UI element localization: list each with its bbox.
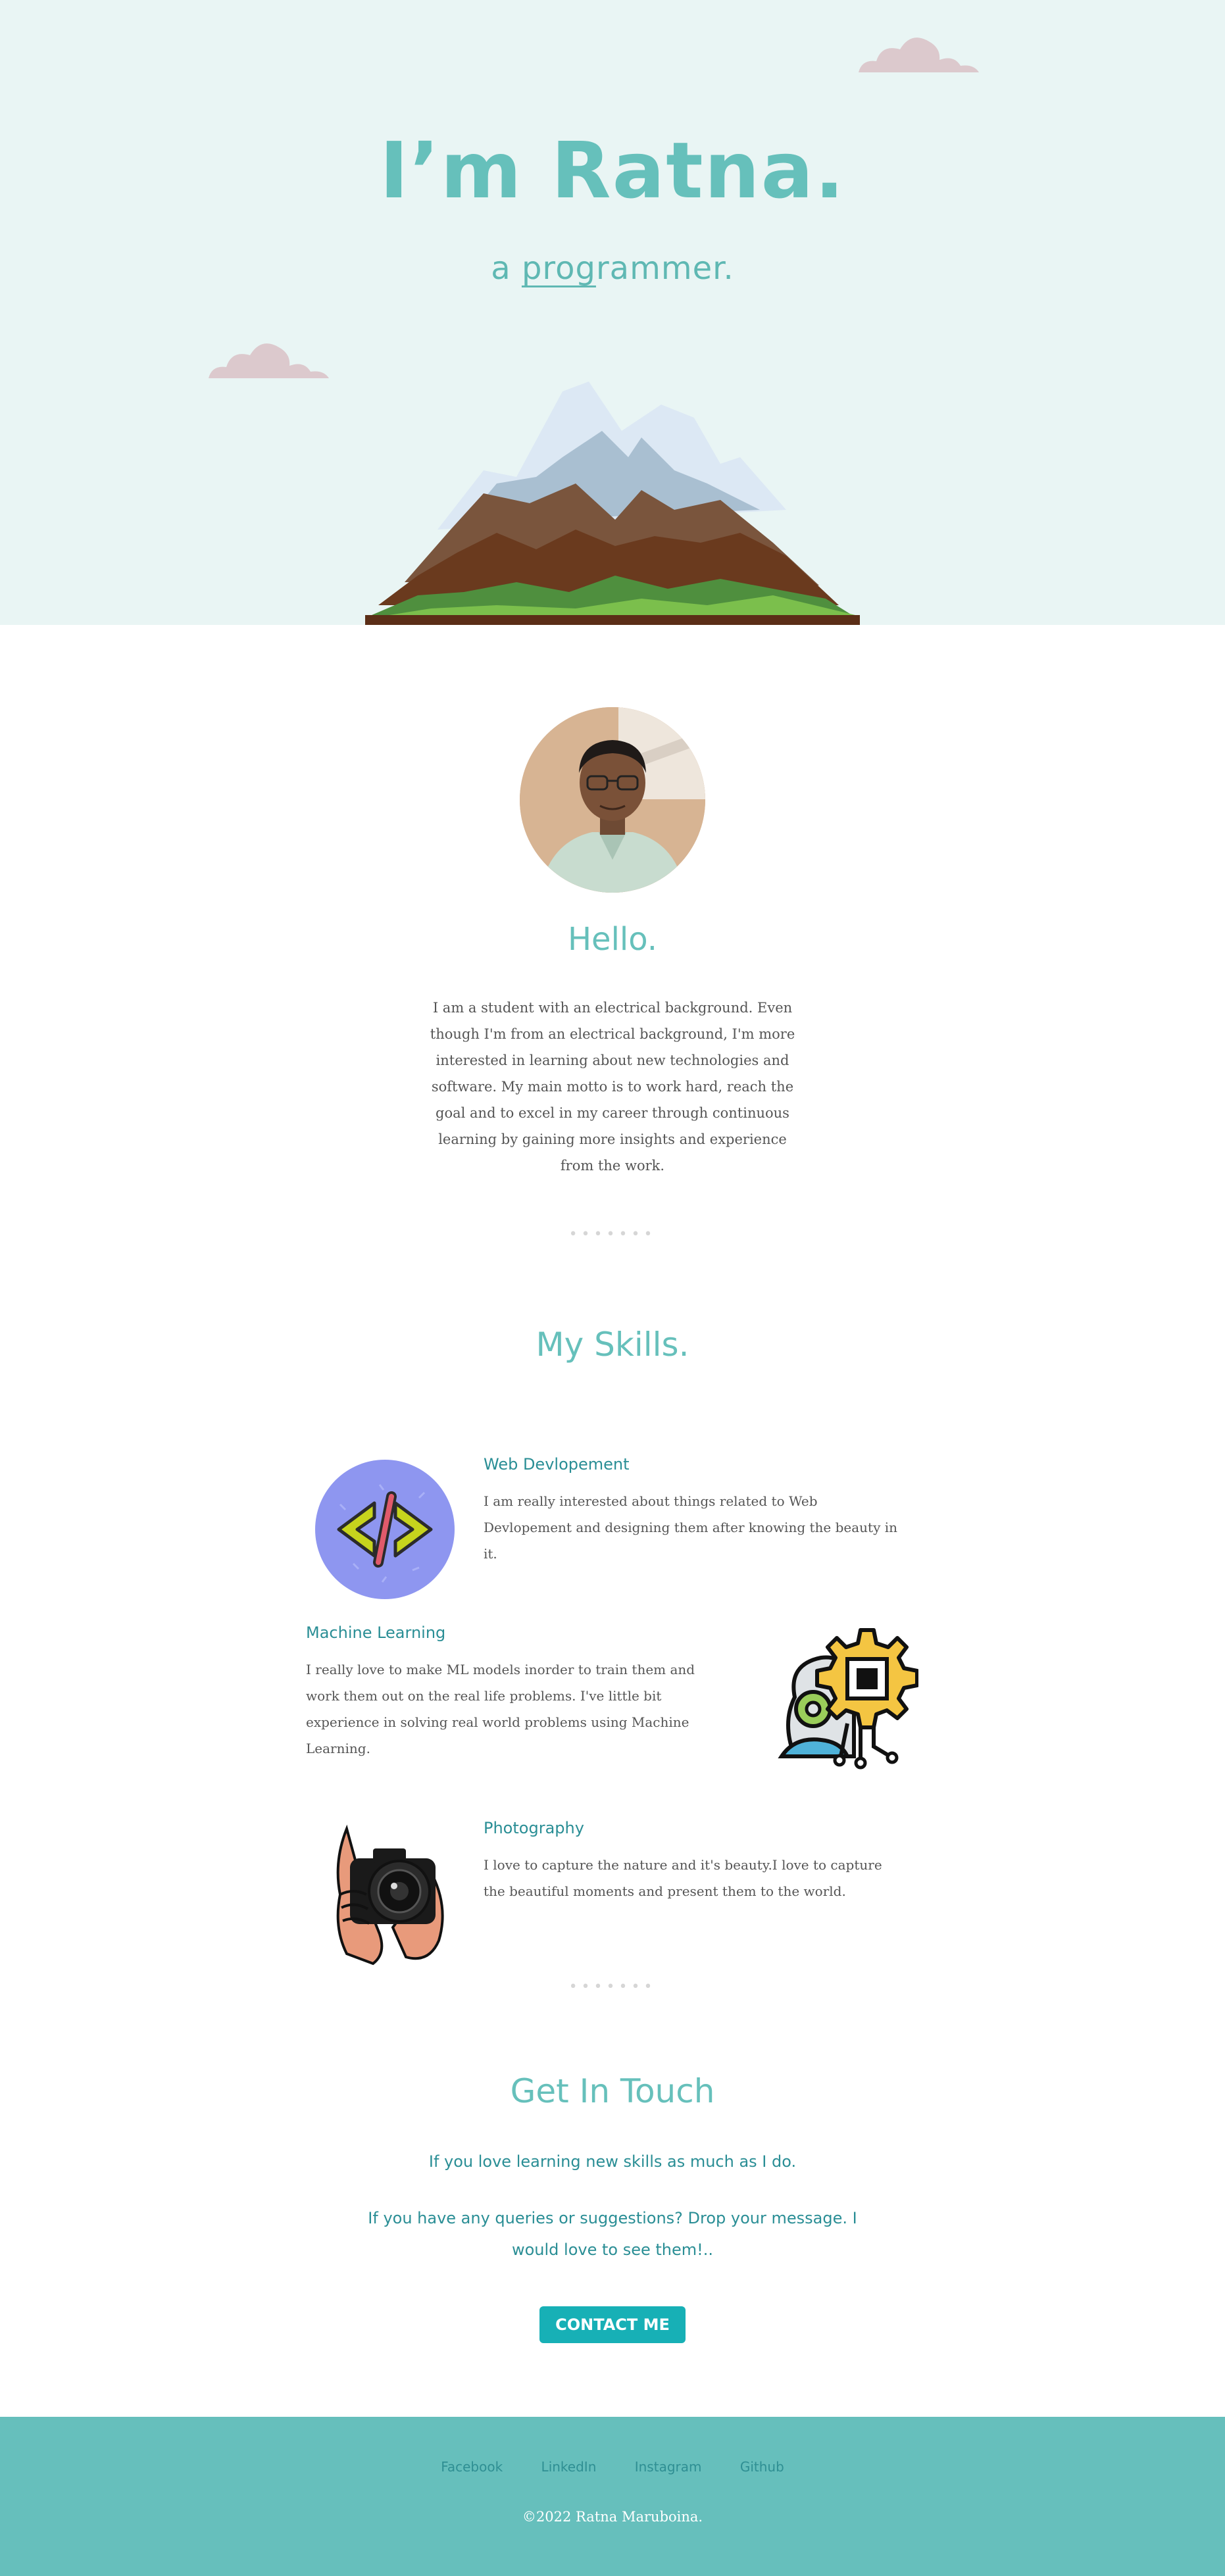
about-text: I am a student with an electrical backgr…: [430, 1000, 795, 1174]
subtitle-prefix: a: [491, 250, 522, 287]
camera-icon: [336, 1824, 444, 1966]
social-links: Facebook LinkedIn Instagram Github: [0, 2459, 1225, 2475]
hero-title: I’m Ratna.: [379, 125, 846, 216]
skill-text-web: I am really interested about things rela…: [484, 1493, 898, 1562]
instagram-link[interactable]: Instagram: [635, 2459, 702, 2475]
contact-heading: Get In Touch: [510, 2072, 715, 2110]
profile-photo: [520, 707, 705, 893]
mountain-icon: [365, 382, 860, 625]
contact-me-button[interactable]: CONTACT ME: [539, 2306, 686, 2343]
github-link[interactable]: Github: [740, 2459, 784, 2475]
skill-text-photography: I love to capture the nature and it's be…: [484, 1857, 882, 1899]
copyright: ©2022 Ratna Maruboina.: [522, 2509, 703, 2525]
hero-subtitle: a programmer.: [0, 250, 1225, 287]
skill-title-web: Web Devlopement: [484, 1455, 630, 1474]
contact-line-1: If you love learning new skills as much …: [428, 2152, 797, 2171]
code-icon: [315, 1460, 455, 1599]
subtitle-rest: rammer.: [595, 250, 734, 287]
cloud-icon: [859, 37, 979, 72]
facebook-link[interactable]: Facebook: [441, 2459, 503, 2475]
cloud-icon: [209, 343, 329, 378]
skills-heading: My Skills.: [536, 1325, 689, 1364]
about-heading: Hello.: [567, 921, 658, 958]
skill-title-photography: Photography: [484, 1819, 584, 1837]
contact-line-2: If you have any queries or suggestions? …: [368, 2209, 857, 2259]
section-divider: •••••••: [568, 1979, 657, 1995]
person-portrait-icon: [520, 707, 705, 893]
section-divider: •••••••: [568, 1226, 657, 1243]
hero-section: I’m Ratna. a programmer.: [0, 0, 1225, 625]
footer: Facebook LinkedIn Instagram Github ©2022…: [0, 2417, 1225, 2576]
skill-text-ml: I really love to make ML models inorder …: [306, 1662, 695, 1756]
skill-title-ml: Machine Learning: [306, 1623, 446, 1642]
robot-chip-icon: [778, 1628, 918, 1770]
linkedin-link[interactable]: LinkedIn: [541, 2459, 597, 2475]
subtitle-underlined-word: prog: [521, 250, 596, 287]
